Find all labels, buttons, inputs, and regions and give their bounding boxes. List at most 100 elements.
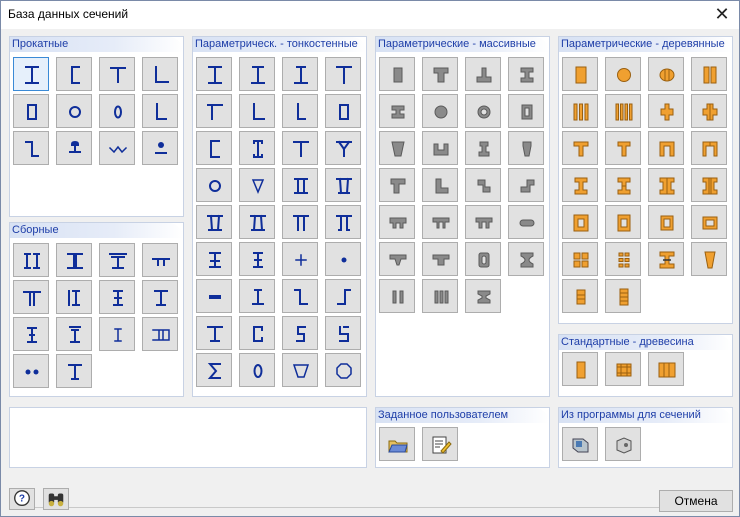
massive-circle-icon[interactable] (422, 94, 458, 128)
thin-t-angled-icon[interactable] (196, 94, 232, 128)
angle-section-icon[interactable] (142, 57, 178, 91)
thin-y-icon[interactable] (325, 131, 361, 165)
std-timber-triple-icon[interactable] (648, 352, 684, 386)
thin-angle-icon[interactable] (239, 94, 275, 128)
timber-box-icon[interactable] (562, 205, 598, 239)
thin-i-unsym-icon[interactable] (239, 57, 275, 91)
thin-t-lipped-icon[interactable] (282, 131, 318, 165)
thin-i-short-icon[interactable] (239, 279, 275, 313)
thin-angle-lip-icon[interactable] (282, 94, 318, 128)
thin-c-lipped-icon[interactable] (239, 316, 275, 350)
t-built-up-icon[interactable] (56, 354, 92, 388)
timber-i-b-icon[interactable] (605, 168, 641, 202)
thin-i-lipped-icon[interactable] (239, 131, 275, 165)
i-stiffened-icon[interactable] (13, 317, 49, 351)
thin-pi-icon[interactable] (282, 205, 318, 239)
massive-i-curved-icon[interactable] (508, 242, 544, 276)
massive-three-rect-icon[interactable] (422, 279, 458, 313)
massive-tee-icon[interactable] (422, 57, 458, 91)
thin-oval-icon[interactable] (239, 353, 275, 387)
thin-flat-bar-icon[interactable] (196, 279, 232, 313)
thin-i-center-icon[interactable] (239, 242, 275, 276)
rectangular-hollow-icon[interactable] (13, 94, 49, 128)
massive-double-tee-icon[interactable] (379, 205, 415, 239)
thin-t-icon[interactable] (325, 57, 361, 91)
timber-box-d-icon[interactable] (691, 205, 727, 239)
z-section-icon[interactable] (13, 131, 49, 165)
std-timber-rect-icon[interactable] (562, 352, 598, 386)
shape-program-icon[interactable] (562, 427, 598, 461)
timber-layered-b-icon[interactable] (605, 279, 641, 313)
thin-s-icon[interactable] (325, 279, 361, 313)
channels-back-to-back-icon[interactable] (56, 243, 92, 277)
circular-hollow-icon[interactable] (56, 94, 92, 128)
i-section-icon[interactable] (13, 57, 49, 91)
timber-pi-icon[interactable] (648, 131, 684, 165)
channel-plate-icon[interactable] (56, 280, 92, 314)
thin-i-stiffened-icon[interactable] (196, 242, 232, 276)
thin-t-large-icon[interactable] (196, 316, 232, 350)
massive-trapezoid-icon[interactable] (379, 131, 415, 165)
timber-box-c-icon[interactable] (648, 205, 684, 239)
t-section-icon[interactable] (99, 57, 135, 91)
oval-hollow-icon[interactable] (99, 94, 135, 128)
std-timber-i-icon[interactable] (605, 352, 641, 386)
timber-grid-6-icon[interactable] (605, 242, 641, 276)
massive-i-icon[interactable] (508, 57, 544, 91)
timber-double-i-icon[interactable] (648, 168, 684, 202)
close-icon[interactable]: ✕ (711, 5, 733, 25)
thin-trapezoid-box-icon[interactable] (196, 205, 232, 239)
thin-box-icon[interactable] (325, 94, 361, 128)
thin-sigma-c-icon[interactable] (325, 316, 361, 350)
double-angle-tee-icon[interactable] (13, 280, 49, 314)
timber-circle-split-icon[interactable] (648, 57, 684, 91)
thin-sigma-z-icon[interactable] (282, 316, 318, 350)
timber-rectangle-icon[interactable] (562, 57, 598, 91)
cancel-button[interactable]: Отмена (659, 490, 733, 512)
edit-note-icon[interactable] (422, 427, 458, 461)
timber-trapezoid-icon[interactable] (691, 242, 727, 276)
massive-z-icon[interactable] (465, 168, 501, 202)
timber-grid-4-icon[interactable] (562, 242, 598, 276)
massive-rectangle-icon[interactable] (379, 57, 415, 91)
i-with-plate-icon[interactable] (99, 243, 135, 277)
thin-octagon-icon[interactable] (325, 353, 361, 387)
thin-channel-icon[interactable] (196, 131, 232, 165)
massive-i-tapered-icon[interactable] (465, 131, 501, 165)
massive-l-icon[interactable] (379, 168, 415, 202)
help-button[interactable]: ? (9, 488, 35, 510)
thin-circle-icon[interactable] (196, 168, 232, 202)
thin-i-icon[interactable] (196, 57, 232, 91)
massive-i-notched-icon[interactable] (465, 279, 501, 313)
open-folder-icon[interactable] (379, 427, 415, 461)
unequal-angle-icon[interactable] (142, 94, 178, 128)
double-channel-icon[interactable] (13, 243, 49, 277)
timber-layered-icon[interactable] (562, 279, 598, 313)
massive-l-inverted-icon[interactable] (422, 168, 458, 202)
thin-trapezoid-icon[interactable] (282, 353, 318, 387)
timber-pi-b-icon[interactable] (691, 131, 727, 165)
timber-cross-split-icon[interactable] (691, 94, 727, 128)
i-with-cap-icon[interactable] (142, 280, 178, 314)
timber-tee-icon[interactable] (562, 131, 598, 165)
i-cover-plate-icon[interactable] (56, 317, 92, 351)
timber-circle-icon[interactable] (605, 57, 641, 91)
i-with-stiffener-icon[interactable] (99, 280, 135, 314)
i-dotted-icon[interactable] (99, 317, 135, 351)
timber-double-rect-icon[interactable] (691, 57, 727, 91)
thin-pi-lipped-icon[interactable] (325, 205, 361, 239)
massive-t-tapered-icon[interactable] (508, 131, 544, 165)
timber-box-b-icon[interactable] (605, 205, 641, 239)
timber-i-glued-icon[interactable] (648, 242, 684, 276)
bulb-flat-icon[interactable] (142, 131, 178, 165)
sheet-pile-icon[interactable] (99, 131, 135, 165)
massive-t-curved-icon[interactable] (379, 242, 415, 276)
massive-two-rect-icon[interactable] (379, 279, 415, 313)
thin-sigma-icon[interactable] (196, 353, 232, 387)
rail-section-icon[interactable] (56, 131, 92, 165)
massive-t-tapered-b-icon[interactable] (422, 242, 458, 276)
massive-hollow-rounded-icon[interactable] (465, 242, 501, 276)
massive-double-tee-b-icon[interactable] (422, 205, 458, 239)
search-button[interactable] (43, 488, 69, 510)
massive-pi-icon[interactable] (465, 205, 501, 239)
